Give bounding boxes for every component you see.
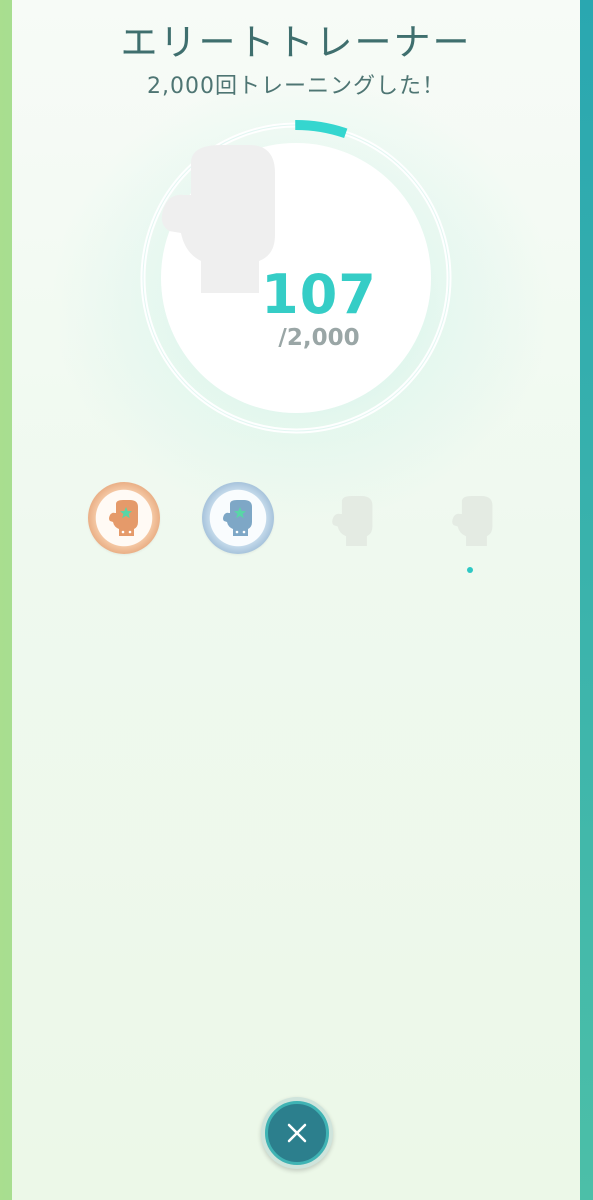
boxing-glove-star-icon — [109, 500, 138, 536]
boxing-glove-star-icon — [223, 500, 252, 536]
progress-arc — [295, 120, 348, 139]
close-button[interactable] — [261, 1097, 333, 1169]
selected-medal-indicator — [467, 567, 473, 573]
close-icon — [287, 1123, 307, 1143]
medal-detail-panel: エリートトレーナー 2,000回トレーニングした！ 107 /2,000 — [12, 0, 580, 1200]
medal-gold-locked[interactable] — [328, 496, 378, 546]
medal-bronze[interactable] — [88, 482, 160, 554]
medal-silver[interactable] — [202, 482, 274, 554]
progress-count: 107 — [261, 263, 377, 326]
medal-description: 2,000回トレーニングした！ — [147, 74, 445, 99]
medal-platinum-locked[interactable] — [448, 496, 498, 546]
progress-disc: 107 /2,000 — [161, 143, 431, 413]
progress-ring: 107 /2,000 — [138, 120, 454, 436]
right-edge — [580, 0, 593, 1200]
medal-title: エリートトレーナー — [120, 21, 472, 64]
progress-goal: /2,000 — [278, 325, 360, 351]
